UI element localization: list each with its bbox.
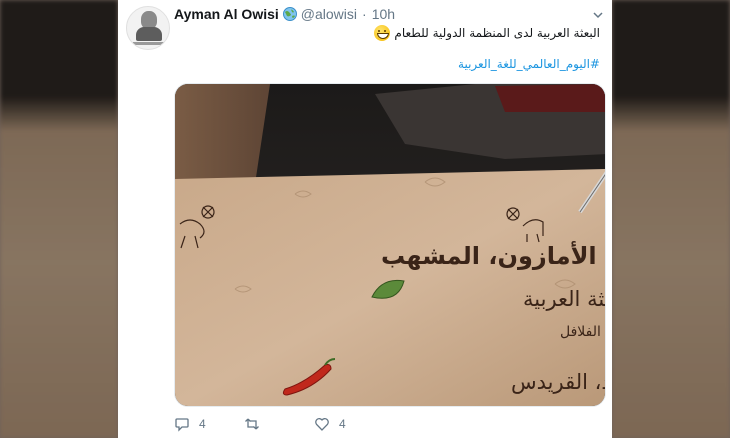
header-separator: · bbox=[362, 6, 367, 22]
reply-icon bbox=[175, 418, 189, 432]
tweet-actions: 4 4 bbox=[174, 416, 384, 432]
menu-item1-description: (حمص،تبولة،متبل، محشو بأوراق الكرمة مع ا… bbox=[560, 321, 606, 340]
heart-icon bbox=[315, 418, 329, 431]
tweet-text-line: البعثة العربية لدى المنظمة الدولية للطعا… bbox=[170, 24, 600, 42]
menu-item2-title: جوزة الهند، القريدس bbox=[511, 370, 606, 394]
photo-red-object bbox=[495, 84, 605, 112]
retweet-icon bbox=[245, 418, 259, 430]
reply-count: 4 bbox=[199, 417, 206, 431]
background-left-blur bbox=[0, 0, 118, 438]
background-right-blur bbox=[612, 0, 730, 438]
menu-item1-title: البعثة العربية bbox=[523, 287, 606, 311]
tweet-timestamp[interactable]: 10h bbox=[372, 6, 395, 22]
like-button[interactable]: 4 bbox=[314, 416, 384, 432]
reply-button[interactable]: 4 bbox=[174, 416, 244, 432]
avatar-caption-line bbox=[133, 42, 165, 45]
like-count: 4 bbox=[339, 417, 346, 431]
retweet-button[interactable] bbox=[244, 416, 314, 432]
hashtag-link[interactable]: #اليوم_العالمي_للغة_العربية bbox=[458, 57, 600, 71]
avatar[interactable] bbox=[126, 6, 170, 50]
avatar-body-shape bbox=[136, 27, 162, 41]
author-handle[interactable]: @alowisi bbox=[301, 6, 357, 22]
grinning-face-icon bbox=[374, 25, 391, 41]
chevron-down-icon[interactable] bbox=[592, 8, 604, 20]
author-name[interactable]: Ayman Al Owisi bbox=[174, 6, 279, 22]
tweet-card[interactable]: Ayman Al Owisi @alowisi · 10h البعثة الع… bbox=[118, 0, 612, 438]
tweet-text-content: البعثة العربية لدى المنظمة الدولية للطعا… bbox=[394, 26, 600, 40]
photo-placemat-back bbox=[175, 84, 270, 184]
tweet-photo[interactable]: الأمازون، المشهب البعثة العربية (حمص،تبو… bbox=[174, 83, 606, 407]
tweet-header: Ayman Al Owisi @alowisi · 10h bbox=[174, 6, 395, 22]
menu-section-heading: الأمازون، المشهب bbox=[381, 241, 597, 270]
tweet-text: البعثة العربية لدى المنظمة الدولية للطعا… bbox=[170, 24, 600, 42]
globe-icon bbox=[282, 6, 298, 22]
